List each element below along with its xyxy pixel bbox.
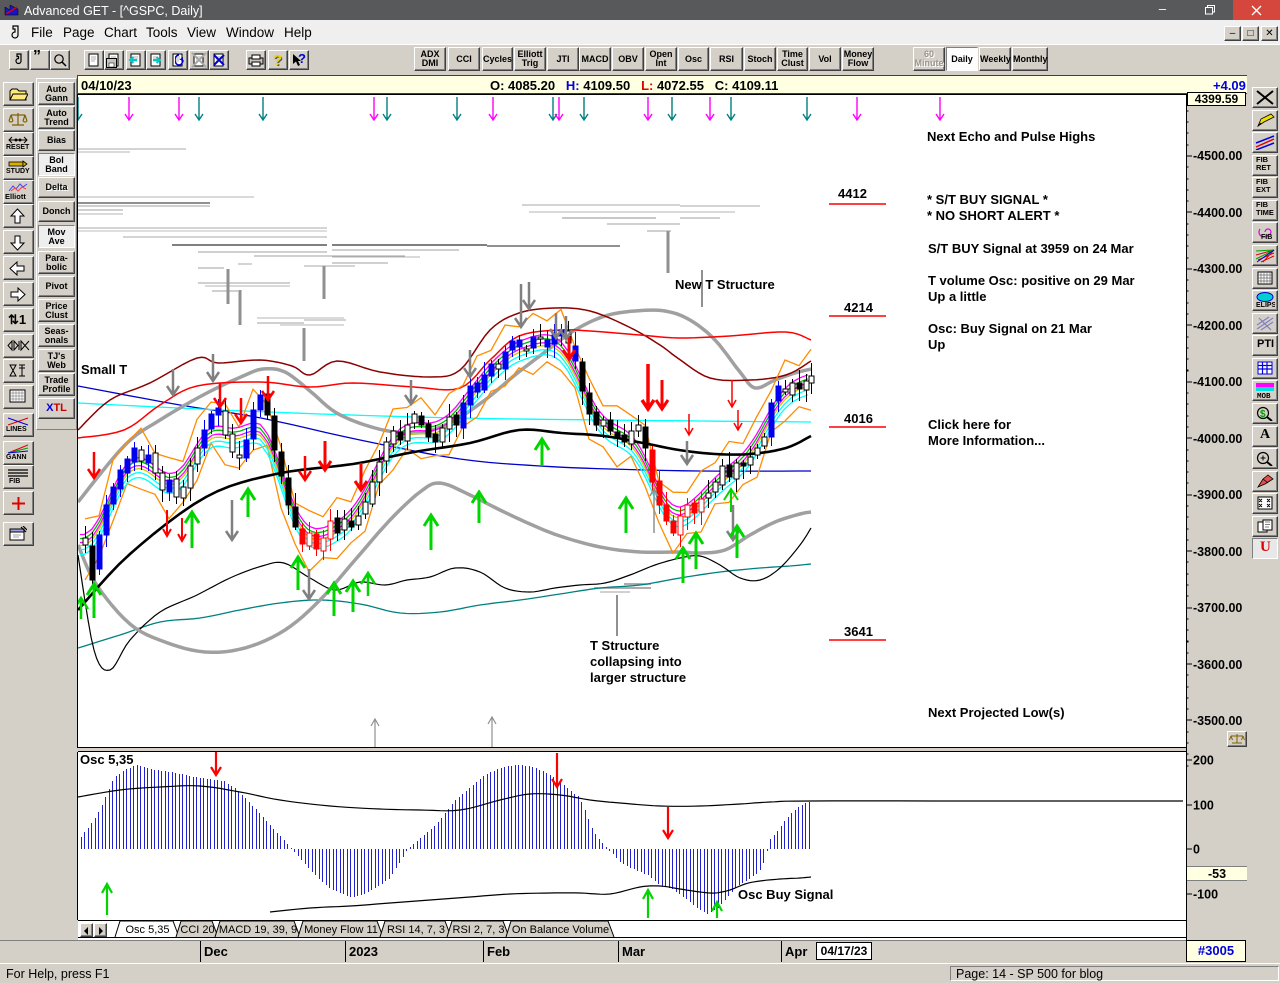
svg-text:-4400.00: -4400.00 <box>1193 206 1242 220</box>
svg-text:-3600.00: -3600.00 <box>1193 658 1242 672</box>
svg-text:RSI 14, 7, 3: RSI 14, 7, 3 <box>387 924 445 936</box>
svg-text:RSI 2, 7, 3: RSI 2, 7, 3 <box>453 924 505 936</box>
svg-text:-4500.00: -4500.00 <box>1193 149 1242 163</box>
svg-text:CCI 20: CCI 20 <box>180 924 214 936</box>
svg-text:-3800.00: -3800.00 <box>1193 545 1242 559</box>
svg-text:MACD 19, 39, 9: MACD 19, 39, 9 <box>219 924 297 936</box>
svg-text:-4100.00: -4100.00 <box>1193 375 1242 389</box>
svg-text:FIB: FIB <box>1261 234 1272 240</box>
svg-text:-3700.00: -3700.00 <box>1193 601 1242 615</box>
svg-text:-100: -100 <box>1193 888 1218 902</box>
svg-text:MOB: MOB <box>1257 393 1271 398</box>
svg-text:Money Flow 11: Money Flow 11 <box>304 924 378 936</box>
svg-text:-3500.00: -3500.00 <box>1193 714 1242 728</box>
svg-text:-4200.00: -4200.00 <box>1193 319 1242 333</box>
svg-text:Osc 5,35: Osc 5,35 <box>125 924 169 936</box>
svg-text:ELIPS: ELIPS <box>1256 302 1275 308</box>
svg-text:-4000.00: -4000.00 <box>1193 432 1242 446</box>
svg-text:200: 200 <box>1193 754 1214 768</box>
svg-text:$: $ <box>1260 409 1266 420</box>
svg-text:-3900.00: -3900.00 <box>1193 488 1242 502</box>
svg-text:-4300.00: -4300.00 <box>1193 262 1242 276</box>
svg-text:0: 0 <box>1193 843 1200 857</box>
svg-text:On Balance Volume: On Balance Volume <box>512 924 609 936</box>
svg-text:100: 100 <box>1193 799 1214 813</box>
